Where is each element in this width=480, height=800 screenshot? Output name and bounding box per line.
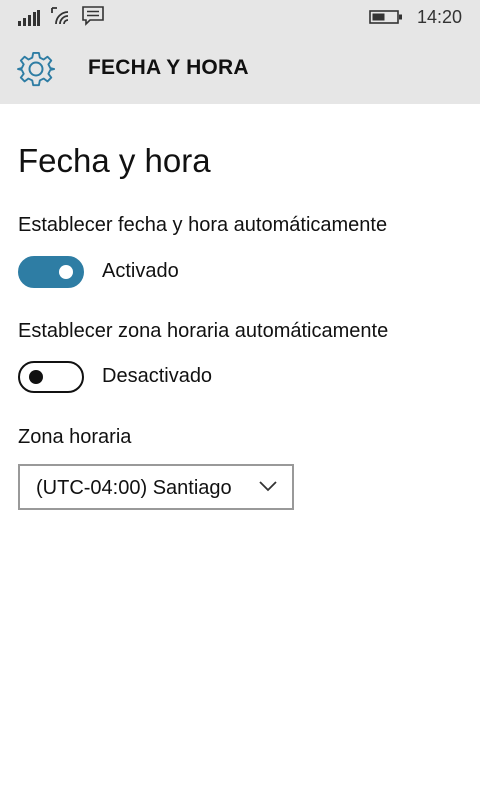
- timezone-value: (UTC-04:00) Santiago: [36, 477, 232, 499]
- timezone-dropdown[interactable]: (UTC-04:00) Santiago: [18, 464, 294, 510]
- status-bar: 14:20: [0, 0, 480, 34]
- auto-timezone-state: Desactivado: [102, 365, 213, 387]
- auto-datetime-state: Activado: [102, 260, 179, 282]
- status-icons-left: [18, 6, 104, 26]
- gear-icon[interactable]: [17, 50, 55, 88]
- toggle-knob: [59, 265, 73, 279]
- auto-timezone-toggle[interactable]: [18, 361, 84, 393]
- chevron-down-icon: [259, 481, 277, 492]
- auto-datetime-label: Establecer fecha y hora automáticamente: [18, 214, 388, 236]
- message-icon: [82, 6, 104, 26]
- page-title: Fecha y hora: [18, 142, 211, 179]
- status-icons-right: 14:20: [369, 6, 462, 28]
- signal-icon: [18, 10, 40, 26]
- auto-timezone-label: Establecer zona horaria automáticamente: [18, 320, 389, 342]
- auto-datetime-toggle[interactable]: [18, 256, 84, 288]
- battery-icon: [369, 10, 402, 24]
- page-header: FECHA Y HORA: [0, 34, 480, 104]
- clock: 14:20: [416, 7, 462, 27]
- toggle-knob: [29, 370, 43, 384]
- header-title: FECHA Y HORA: [88, 56, 249, 79]
- wifi-icon: [51, 7, 69, 25]
- timezone-label: Zona horaria: [18, 426, 132, 448]
